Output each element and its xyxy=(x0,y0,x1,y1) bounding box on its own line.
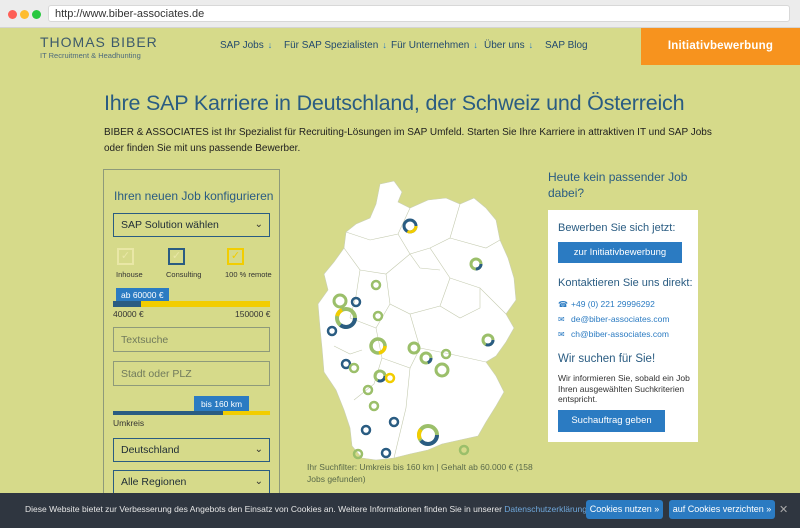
maximize-window-icon[interactable] xyxy=(32,10,41,19)
region-select[interactable]: Alle Regionen ⌄ xyxy=(113,470,270,494)
radius-label: Umkreis xyxy=(113,418,145,428)
check-icon: ✓ xyxy=(120,250,131,262)
search-heading: Wir suchen für Sie! xyxy=(558,353,656,365)
email-ch: ch@biber-associates.com xyxy=(571,329,669,339)
solution-select-value: SAP Solution wählen xyxy=(121,219,219,231)
mail-icon: ✉ xyxy=(558,315,565,324)
chevron-down-icon: ⌄ xyxy=(254,476,263,487)
check-icon: ✓ xyxy=(171,250,182,262)
privacy-link[interactable]: Datenschutzerklärung » xyxy=(504,504,594,514)
decline-cookies-button[interactable]: auf Cookies verzichten » xyxy=(669,500,775,519)
nav-sap-blog[interactable]: SAP Blog xyxy=(545,40,588,51)
mail-icon: ✉ xyxy=(558,330,565,339)
nav-sap-spezialisten[interactable]: Für SAP Spezialisten ↓ xyxy=(284,40,387,51)
chevron-down-icon: ↓ xyxy=(267,40,273,50)
check-icon: ✓ xyxy=(230,250,241,262)
email-de: de@biber-associates.com xyxy=(571,314,670,324)
nav-label: Für Unternehmen xyxy=(391,40,470,51)
nav-ueber-uns[interactable]: Über uns ↓ xyxy=(484,40,533,51)
salary-slider[interactable] xyxy=(113,301,270,307)
contact-heading: Kontaktieren Sie uns direkt: xyxy=(558,277,693,289)
cookie-text: Diese Website bietet zur Verbesserung de… xyxy=(25,504,594,514)
logo[interactable]: THOMAS BIBER IT Recruitment & Headhuntin… xyxy=(40,34,158,60)
job-filter-panel: Ihren neuen Job konfigurieren SAP Soluti… xyxy=(103,169,280,528)
accept-cookies-button[interactable]: Cookies nutzen » xyxy=(586,500,663,519)
checkbox-consulting[interactable]: ✓ xyxy=(168,248,185,265)
close-icon[interactable]: ✕ xyxy=(779,503,788,516)
chevron-down-icon: ↓ xyxy=(528,40,534,50)
chevron-down-icon: ⌄ xyxy=(254,219,263,230)
radius-slider[interactable] xyxy=(113,411,270,415)
nav-unternehmen[interactable]: Für Unternehmen ↓ xyxy=(391,40,478,51)
filter-title: Ihren neuen Job konfigurieren xyxy=(114,189,274,203)
phone-number: +49 (0) 221 29996292 xyxy=(571,299,655,309)
browser-chrome: http://www.biber-associates.de xyxy=(0,0,800,28)
search-filter-summary: Ihr Suchfilter: Umkreis bis 160 km | Geh… xyxy=(307,462,533,484)
salary-min: 40000 € xyxy=(113,309,144,319)
salary-max: 150000 € xyxy=(235,309,271,319)
region-select-value: Alle Regionen xyxy=(121,476,187,488)
checkbox-remote[interactable]: ✓ xyxy=(227,248,244,265)
phone-icon: ☎ xyxy=(558,300,568,309)
intro-text: BIBER & ASSOCIATES ist Ihr Spezialist fü… xyxy=(104,127,712,154)
country-select[interactable]: Deutschland ⌄ xyxy=(113,438,270,462)
minimize-window-icon[interactable] xyxy=(20,10,29,19)
nav-label: SAP Jobs xyxy=(220,40,264,51)
page-title: Ihre SAP Karriere in Deutschland, der Sc… xyxy=(104,91,685,115)
solution-select[interactable]: SAP Solution wählen ⌄ xyxy=(113,213,270,237)
chevron-down-icon: ↓ xyxy=(473,40,478,50)
apply-heading: Bewerben Sie sich jetzt: xyxy=(558,222,676,234)
logo-main: THOMAS BIBER xyxy=(40,34,158,50)
germany-outline xyxy=(317,180,517,461)
email-de-link[interactable]: ✉ de@biber-associates.com xyxy=(558,314,669,324)
logo-subtitle: IT Recruitment & Headhunting xyxy=(40,51,141,60)
text-search-input[interactable]: Textsuche xyxy=(113,327,270,352)
sidebar-heading: Heute kein passender Job dabei? xyxy=(548,170,688,200)
checkbox-remote-label: 100 % remote xyxy=(225,270,272,279)
search-description: Wir informieren Sie, sobald ein Job Ihre… xyxy=(558,373,690,404)
nav-label: Für SAP Spezialisten xyxy=(284,40,379,51)
chevron-down-icon: ⌄ xyxy=(254,444,263,455)
initiativbewerbung-link-button[interactable]: zur Initiativbewerbung xyxy=(558,242,682,263)
cookie-message: Diese Website bietet zur Verbesserung de… xyxy=(25,504,502,514)
page: THOMAS BIBER IT Recruitment & Headhuntin… xyxy=(0,28,800,528)
radius-slider-fill xyxy=(113,411,223,415)
salary-slider-fill xyxy=(113,301,142,307)
initiativbewerbung-button[interactable]: Initiativbewerbung xyxy=(641,28,800,65)
email-ch-link[interactable]: ✉ ch@biber-associates.com xyxy=(558,329,669,339)
checkbox-inhouse-label: Inhouse xyxy=(116,270,143,279)
sidebar-card: Bewerben Sie sich jetzt: zur Initiativbe… xyxy=(548,210,698,442)
salary-badge: ab 60000 € xyxy=(116,288,169,302)
cookie-banner: Diese Website bietet zur Verbesserung de… xyxy=(0,493,800,528)
radius-badge: bis 160 km xyxy=(194,396,250,412)
phone-link[interactable]: ☎ +49 (0) 221 29996292 xyxy=(558,299,655,309)
germany-job-map[interactable] xyxy=(310,178,530,466)
city-zip-input[interactable]: Stadt oder PLZ xyxy=(113,361,270,386)
nav-label: Über uns xyxy=(484,40,525,51)
nav-label: SAP Blog xyxy=(545,40,588,51)
address-bar[interactable]: http://www.biber-associates.de xyxy=(48,5,790,22)
nav-sap-jobs[interactable]: SAP Jobs ↓ xyxy=(220,40,272,51)
chevron-down-icon: ↓ xyxy=(382,40,387,50)
checkbox-consulting-label: Consulting xyxy=(166,270,202,279)
checkbox-inhouse[interactable]: ✓ xyxy=(117,248,134,265)
country-select-value: Deutschland xyxy=(121,444,180,456)
close-window-icon[interactable] xyxy=(8,10,17,19)
suchauftrag-button[interactable]: Suchauftrag geben xyxy=(558,410,665,432)
